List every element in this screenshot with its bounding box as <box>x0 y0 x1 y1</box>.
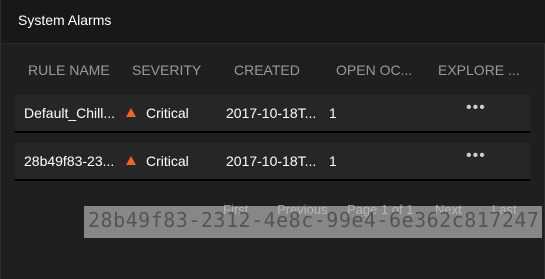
warning-triangle-icon <box>126 156 136 165</box>
open-occurrences-cell: 1 <box>329 105 337 121</box>
created-cell: 2017-10-18T... <box>226 153 317 169</box>
table-row[interactable]: 28b49f83-23... Critical 2017-10-18T... 1… <box>15 143 530 181</box>
column-header-severity[interactable]: SEVERITY <box>132 62 201 78</box>
column-header-created[interactable]: CREATED <box>234 62 300 78</box>
panel-title: System Alarms <box>18 12 112 28</box>
warning-triangle-icon <box>126 108 136 117</box>
column-header-rule-name[interactable]: RULE NAME <box>28 62 110 78</box>
more-options-icon[interactable]: ••• <box>466 147 486 165</box>
created-cell: 2017-10-18T... <box>226 105 317 121</box>
column-header-explore[interactable]: EXPLORE ... <box>438 62 520 78</box>
severity-cell: Critical <box>146 105 189 121</box>
table-row[interactable]: Default_Chill... Critical 2017-10-18T...… <box>15 95 530 133</box>
tooltip-text: 28b49f83-2312-4e8c-99e4-6e362c817247 <box>88 208 540 232</box>
open-occurrences-cell: 1 <box>329 153 337 169</box>
more-options-icon[interactable]: ••• <box>466 99 486 117</box>
system-alarms-panel: System Alarms RULE NAME SEVERITY CREATED… <box>0 0 545 279</box>
severity-cell: Critical <box>146 153 189 169</box>
panel-header: System Alarms <box>1 0 545 44</box>
column-header-open-occurrences[interactable]: OPEN OC... <box>336 62 412 78</box>
rule-name-tooltip: 28b49f83-2312-4e8c-99e4-6e362c817247 <box>84 206 542 238</box>
rule-name-cell[interactable]: 28b49f83-23... <box>24 153 114 169</box>
rule-name-cell[interactable]: Default_Chill... <box>24 105 115 121</box>
